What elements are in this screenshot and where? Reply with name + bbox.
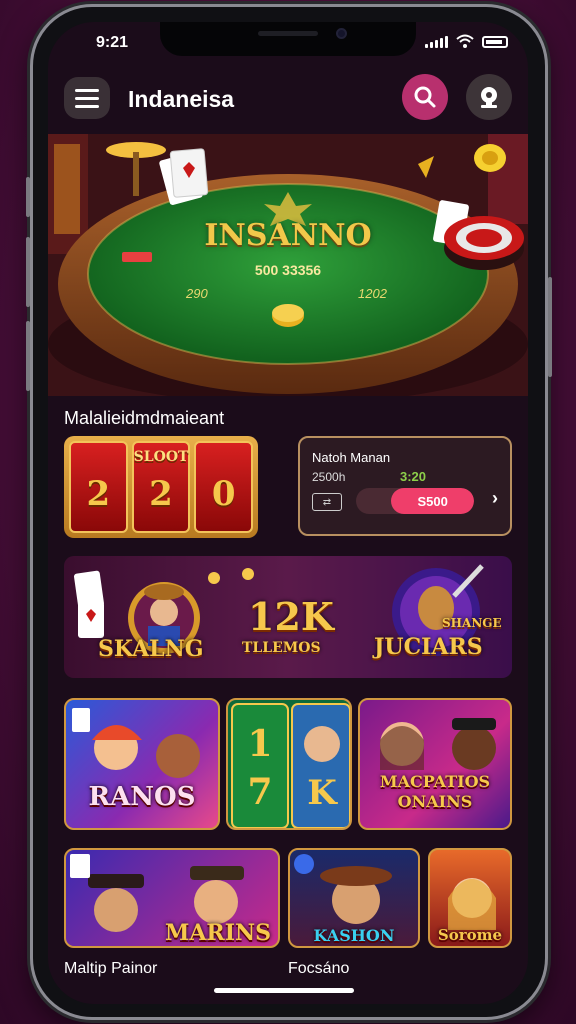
match-score: 3:20 xyxy=(400,469,427,484)
menu-icon xyxy=(75,88,99,92)
game-tile[interactable]: RANOS xyxy=(64,698,220,830)
banner-title-2: 12K xyxy=(248,594,334,639)
game-tile-title: MARINS xyxy=(165,920,271,946)
match-title: Natoh Manan xyxy=(312,450,391,465)
camera xyxy=(336,28,347,39)
hero-right-number: 1202 xyxy=(358,286,387,301)
home-indicator[interactable] xyxy=(214,988,354,993)
game-tile[interactable]: KASHON xyxy=(288,848,420,948)
hero-left-number: 290 xyxy=(186,286,208,301)
mute-switch xyxy=(26,177,30,217)
match-progress-bar: S500 xyxy=(356,488,474,514)
reel-symbol: 2 xyxy=(86,474,111,514)
slot-reel: 2 xyxy=(69,441,128,533)
slot-label: SLOOT xyxy=(133,449,189,465)
app-bar: Indaneisa xyxy=(48,74,528,132)
banner-title-1: SKALNG xyxy=(98,636,204,662)
settings-icon xyxy=(481,87,497,108)
hero-banner[interactable]: INSANNO 500 33356 290 1202 xyxy=(48,134,528,396)
hero-title: INSANNO xyxy=(204,218,372,253)
power-button xyxy=(548,277,552,377)
bottom-label-left[interactable]: Maltip Painor xyxy=(64,960,157,978)
hero-subtitle: 500 33356 xyxy=(254,262,322,278)
reel-symbol: 2 xyxy=(149,474,173,514)
svg-text:K: K xyxy=(307,773,338,813)
game-tile-art: 1 7 K xyxy=(231,703,350,828)
svg-text:1: 1 xyxy=(247,723,272,765)
slot-reel: SLOOT 2 xyxy=(131,441,191,533)
volume-down-button xyxy=(26,321,30,391)
volume-up-button xyxy=(26,237,30,307)
search-icon xyxy=(414,86,436,108)
banner-title-5: SHANGE xyxy=(442,616,502,630)
game-tile-title: Sorome xyxy=(437,926,503,944)
speaker xyxy=(258,31,318,36)
match-progress-fill: S500 xyxy=(391,488,474,514)
game-tile[interactable]: 1 7 K xyxy=(226,698,352,830)
svg-text:7: 7 xyxy=(247,771,272,813)
promo-banner[interactable]: SKALNG 12K TLLEMOS JUCIARS SHANGE xyxy=(64,556,512,678)
game-tile-title: MACPATIOS ONAINS xyxy=(379,772,491,811)
chevron-right-icon[interactable]: › xyxy=(492,488,498,509)
settings-button[interactable] xyxy=(466,74,512,120)
ticket-icon: ⇄ xyxy=(312,493,342,511)
slot-card[interactable]: 2 SLOOT 2 0 xyxy=(64,436,258,538)
wifi-icon xyxy=(456,34,474,48)
game-tile[interactable]: MARINS xyxy=(64,848,280,948)
banner-title-4: JUCIARS xyxy=(374,634,483,660)
menu-button[interactable] xyxy=(64,77,110,119)
screen: 9:21 Indaneisa INSANNO 500 33356 290 120… xyxy=(48,22,528,1004)
battery-icon xyxy=(482,36,508,48)
search-button[interactable] xyxy=(402,74,448,120)
slot-reel: 0 xyxy=(194,441,254,533)
section-title: Malalieidmdmaieant xyxy=(64,408,225,428)
signal-icon xyxy=(425,36,448,48)
match-card[interactable]: Natoh Manan 2500h 3:20 ⇄ S500 › xyxy=(298,436,512,536)
game-tile[interactable]: MACPATIOS ONAINS xyxy=(358,698,512,830)
bottom-label-right[interactable]: Focsáno xyxy=(288,960,349,978)
status-icons xyxy=(425,34,508,48)
game-tile-title: RANOS xyxy=(88,782,196,812)
reel-symbol: 0 xyxy=(211,474,236,514)
app-title: Indaneisa xyxy=(128,86,235,112)
game-tile[interactable]: Sorome xyxy=(428,848,512,948)
status-time: 9:21 xyxy=(96,34,129,51)
banner-title-3: TLLEMOS xyxy=(242,640,321,656)
notch xyxy=(160,22,416,56)
game-tile-title: KASHON xyxy=(313,926,395,945)
match-odds: 2500h xyxy=(312,470,346,484)
